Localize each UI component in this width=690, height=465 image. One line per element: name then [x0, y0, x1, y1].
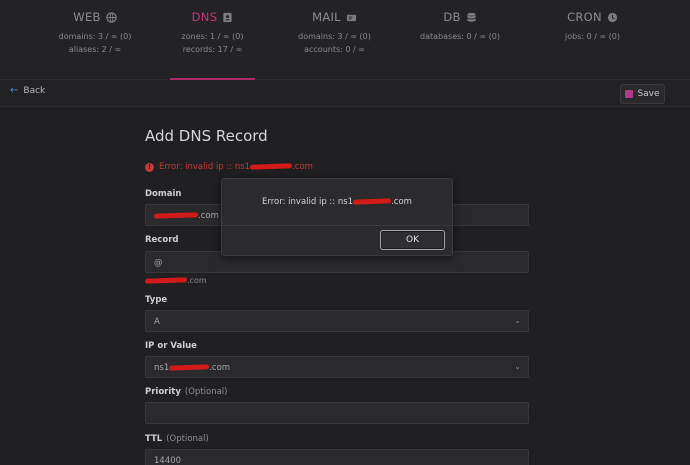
redaction-mark	[249, 163, 293, 170]
priority-label: Priority (Optional)	[145, 387, 227, 397]
ttl-input[interactable]: 14400	[145, 449, 529, 465]
alert-message-prefix: Error: invalid ip :: ns1	[262, 197, 354, 207]
ip-value-label: IP or Value	[145, 341, 197, 351]
error-circle-icon: !	[145, 162, 154, 172]
nav-dns-stat-records: records: 17 / ∞	[182, 45, 243, 54]
save-button-label: Save	[637, 89, 660, 99]
arrow-left-icon: ←	[10, 85, 19, 96]
nav-web-stat-domains: domains: 3 / ∞ (0)	[58, 32, 132, 41]
nav-mail-stat-accounts: accounts: 0 / ∞	[304, 45, 365, 54]
mailbox-icon	[346, 14, 356, 21]
type-select-value: A	[154, 317, 160, 327]
nav-mail-label: MAIL	[312, 10, 341, 24]
form-error-prefix: Error: invalid ip :: ns1	[159, 162, 251, 172]
dialog-divider	[222, 225, 452, 226]
page-title: Add DNS Record	[145, 127, 268, 145]
ip-value-prefix: ns1	[154, 363, 170, 373]
priority-label-text: Priority	[145, 387, 181, 397]
redaction-mark	[169, 364, 210, 371]
alert-message-suffix: .com	[391, 197, 412, 207]
ttl-label-text: TTL	[145, 434, 163, 444]
nav-tab-dns[interactable]: DNS zones: 1 / ∞ (0) records: 17 / ∞	[170, 0, 255, 80]
nav-tab-db[interactable]: DB databases: 0 / ∞ (0)	[405, 0, 515, 80]
nav-cron-stat-jobs: jobs: 0 / ∞ (0)	[564, 32, 620, 41]
nav-dns-stat-zones: zones: 1 / ∞ (0)	[181, 32, 244, 41]
domain-field-suffix: .com	[198, 211, 219, 221]
nav-cron-label: CRON	[567, 10, 602, 24]
nav-dns-label: DNS	[191, 10, 218, 24]
alert-dialog: Error: invalid ip :: ns1 .com OK	[221, 178, 453, 256]
save-button[interactable]: Save	[620, 84, 665, 104]
redaction-mark	[144, 277, 188, 284]
alert-message: Error: invalid ip :: ns1 .com	[222, 197, 452, 207]
nav-db-stat-databases: databases: 0 / ∞ (0)	[420, 32, 500, 41]
database-icon	[467, 12, 476, 22]
nav-tab-mail[interactable]: MAIL domains: 3 / ∞ (0) accounts: 0 / ∞	[272, 0, 397, 80]
back-button[interactable]: ← Back	[10, 85, 45, 96]
nav-tab-web[interactable]: WEB domains: 3 / ∞ (0) aliases: 2 / ∞	[30, 0, 160, 80]
ip-value-suffix: .com	[209, 363, 231, 373]
nav-mail-stat-domains: domains: 3 / ∞ (0)	[298, 32, 371, 41]
chevron-down-icon[interactable]: ⌄	[514, 362, 521, 371]
record-hint-suffix: .com	[187, 276, 207, 285]
nav-web-stat-aliases: aliases: 2 / ∞	[68, 45, 122, 54]
ip-value-input[interactable]: ns1 .com ⌄	[145, 356, 529, 378]
nav-tab-cron[interactable]: CRON jobs: 0 / ∞ (0)	[535, 0, 650, 80]
ok-button[interactable]: OK	[380, 230, 445, 250]
priority-input[interactable]	[145, 402, 529, 424]
priority-optional: (Optional)	[184, 387, 228, 397]
record-input-value: @	[154, 258, 163, 268]
floppy-disk-icon	[625, 90, 634, 98]
redaction-mark	[353, 198, 392, 205]
clock-icon	[607, 12, 618, 22]
ttl-input-value: 14400	[154, 456, 182, 465]
globe-icon	[105, 11, 117, 23]
record-label: Record	[145, 235, 179, 245]
back-button-label: Back	[23, 85, 46, 96]
type-select[interactable]: A ⌄	[145, 310, 529, 332]
chevron-down-icon: ⌄	[514, 316, 521, 325]
domain-label: Domain	[145, 189, 182, 199]
form-error-suffix: .com	[292, 162, 313, 172]
nav-db-label: DB	[443, 10, 461, 24]
record-hint: .com	[144, 276, 207, 285]
top-stats-nav: WEB domains: 3 / ∞ (0) aliases: 2 / ∞ DN…	[0, 0, 690, 80]
redaction-mark	[153, 212, 199, 219]
nav-web-label: WEB	[73, 10, 101, 24]
form-error-message: ! Error: invalid ip :: ns1 .com	[145, 162, 313, 172]
type-label: Type	[145, 295, 168, 305]
ttl-optional: (Optional)	[166, 434, 209, 444]
ttl-label: TTL (Optional)	[145, 434, 209, 444]
toolbar: ← Back	[0, 81, 690, 107]
address-book-icon	[223, 12, 232, 22]
